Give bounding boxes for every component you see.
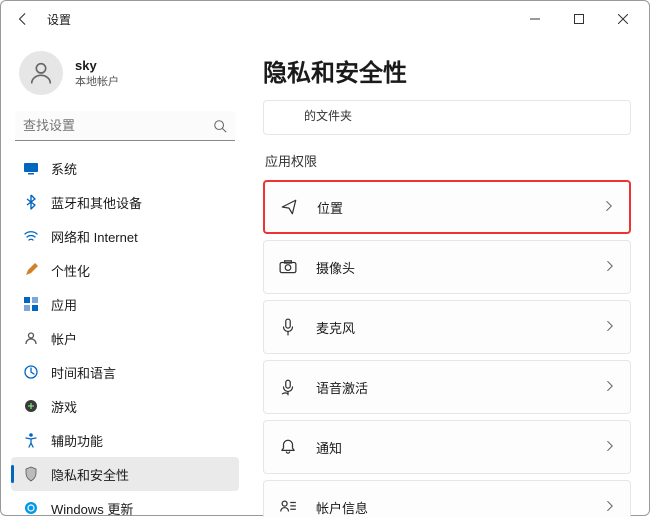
minimize-icon — [530, 14, 540, 24]
search-icon — [213, 119, 227, 133]
minimize-button[interactable] — [513, 1, 557, 37]
nav-label: 网络和 Internet — [51, 227, 138, 246]
perm-account-info[interactable]: 帐户信息 — [263, 480, 631, 517]
perm-label: 摄像头 — [316, 258, 604, 277]
clock-icon — [23, 364, 39, 380]
perm-voice[interactable]: 语音激活 — [263, 360, 631, 414]
chevron-right-icon — [604, 320, 616, 335]
maximize-icon — [574, 14, 584, 24]
brush-icon — [23, 262, 39, 278]
perm-microphone[interactable]: 麦克风 — [263, 300, 631, 354]
content-area: 隐私和安全性 的文件夹 应用权限 位置 摄像头 麦克风 语音激活 — [249, 37, 649, 517]
chevron-right-icon — [604, 260, 616, 275]
perm-location[interactable]: 位置 — [263, 180, 631, 234]
nav-network[interactable]: 网络和 Internet — [11, 219, 239, 253]
folder-fragment[interactable]: 的文件夹 — [263, 100, 631, 135]
system-icon — [23, 160, 39, 176]
apps-icon — [23, 296, 39, 312]
window-title: 设置 — [47, 11, 71, 28]
avatar — [19, 51, 63, 95]
perm-camera[interactable]: 摄像头 — [263, 240, 631, 294]
perm-label: 帐户信息 — [316, 498, 604, 517]
section-label: 应用权限 — [265, 151, 631, 170]
account-info-icon — [278, 498, 298, 516]
window-controls — [513, 1, 645, 37]
voice-icon — [278, 378, 298, 396]
perm-notifications[interactable]: 通知 — [263, 420, 631, 474]
nav-update[interactable]: Windows 更新 — [11, 491, 239, 517]
chevron-right-icon — [604, 500, 616, 515]
perm-label: 麦克风 — [316, 318, 604, 337]
back-button[interactable] — [5, 1, 41, 37]
nav-gaming[interactable]: 游戏 — [11, 389, 239, 423]
search-box[interactable] — [15, 111, 235, 141]
person-icon — [27, 59, 55, 87]
nav-label: 隐私和安全性 — [51, 465, 129, 484]
accounts-icon — [23, 330, 39, 346]
nav-accessibility[interactable]: 辅助功能 — [11, 423, 239, 457]
accessibility-icon — [23, 432, 39, 448]
bluetooth-icon — [23, 194, 39, 210]
close-button[interactable] — [601, 1, 645, 37]
nav-system[interactable]: 系统 — [11, 151, 239, 185]
maximize-button[interactable] — [557, 1, 601, 37]
nav-label: Windows 更新 — [51, 499, 133, 517]
nav-time[interactable]: 时间和语言 — [11, 355, 239, 389]
nav-bluetooth[interactable]: 蓝牙和其他设备 — [11, 185, 239, 219]
nav-privacy[interactable]: 隐私和安全性 — [11, 457, 239, 491]
nav-accounts[interactable]: 帐户 — [11, 321, 239, 355]
search-input[interactable] — [23, 118, 213, 133]
nav-label: 系统 — [51, 159, 77, 178]
nav-label: 蓝牙和其他设备 — [51, 193, 142, 212]
perm-label: 位置 — [317, 198, 603, 217]
gaming-icon — [23, 398, 39, 414]
chevron-right-icon — [604, 380, 616, 395]
nav-label: 时间和语言 — [51, 363, 116, 382]
nav-list: 系统 蓝牙和其他设备 网络和 Internet 个性化 应用 帐户 时间和语言 … — [11, 151, 239, 517]
nav-label: 辅助功能 — [51, 431, 103, 450]
update-icon — [23, 500, 39, 516]
nav-label: 应用 — [51, 295, 77, 314]
sidebar: sky 本地帐户 系统 蓝牙和其他设备 网络和 Internet 个性化 应用 … — [1, 37, 249, 517]
chevron-right-icon — [604, 440, 616, 455]
perm-label: 通知 — [316, 438, 604, 457]
user-profile[interactable]: sky 本地帐户 — [11, 45, 239, 107]
user-subtitle: 本地帐户 — [75, 73, 119, 89]
titlebar: 设置 — [1, 1, 649, 37]
nav-personalization[interactable]: 个性化 — [11, 253, 239, 287]
perm-label: 语音激活 — [316, 378, 604, 397]
location-icon — [279, 198, 299, 216]
nav-label: 游戏 — [51, 397, 77, 416]
page-title: 隐私和安全性 — [263, 53, 631, 88]
camera-icon — [278, 258, 298, 276]
nav-label: 个性化 — [51, 261, 90, 280]
nav-apps[interactable]: 应用 — [11, 287, 239, 321]
nav-label: 帐户 — [51, 329, 77, 348]
bell-icon — [278, 438, 298, 456]
close-icon — [618, 14, 628, 24]
microphone-icon — [278, 318, 298, 336]
arrow-left-icon — [16, 12, 30, 26]
wifi-icon — [23, 228, 39, 244]
shield-icon — [23, 466, 39, 482]
chevron-right-icon — [603, 200, 615, 215]
user-name: sky — [75, 58, 119, 73]
